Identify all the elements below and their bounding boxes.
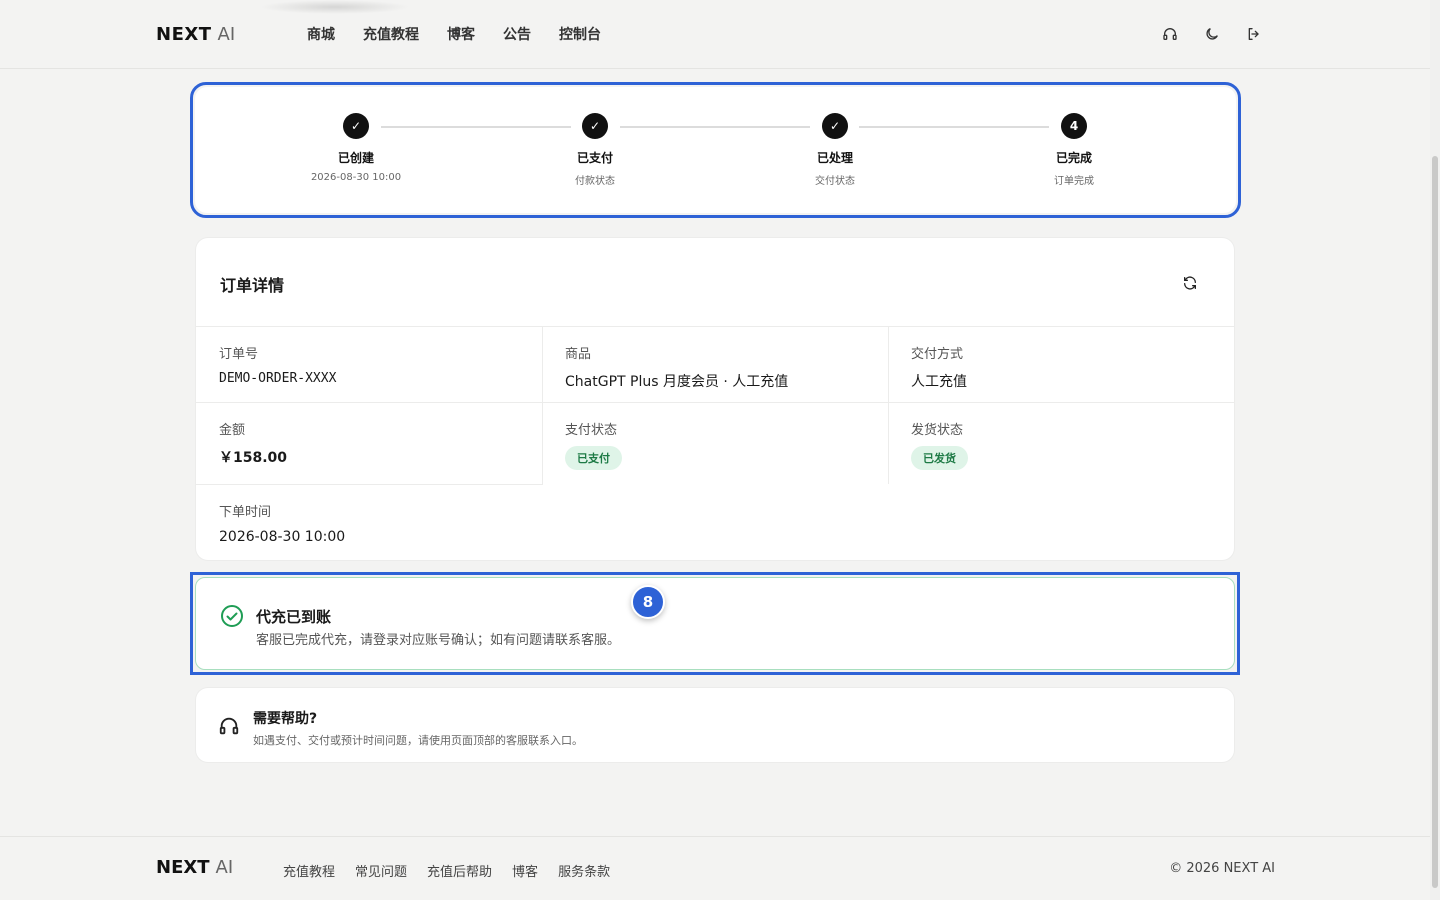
- divider: [196, 484, 543, 485]
- step-check-icon: ✓: [343, 113, 369, 139]
- logout-icon[interactable]: [1244, 24, 1264, 44]
- help-title: 需要帮助?: [253, 711, 318, 727]
- order-number-label: 订单号: [219, 347, 259, 362]
- step-subtitle: 2026-08-30 10:00: [310, 172, 402, 183]
- step-check-icon: ✓: [582, 113, 608, 139]
- step-subtitle: 订单完成: [1054, 176, 1094, 187]
- nav-blog[interactable]: 博客: [447, 24, 475, 44]
- shipping-status-cell: 发货状态 已发货: [911, 419, 968, 470]
- top-header: NEXT AI 商城 充值教程 博客 公告 控制台: [0, 0, 1440, 69]
- step-created: ✓ 已创建 2026-08-30 10:00: [296, 113, 416, 183]
- copyright: © 2026 NEXT AI: [1169, 861, 1275, 876]
- amount-value: ￥158.00: [219, 450, 288, 466]
- footer: NEXT AI 充值教程 常见问题 充值后帮助 博客 服务条款 © 2026 N…: [0, 836, 1430, 900]
- nav-shop[interactable]: 商城: [307, 24, 335, 44]
- step-subtitle: 付款状态: [575, 176, 615, 187]
- order-details-title: 订单详情: [220, 276, 285, 295]
- step-paid: ✓ 已支付 付款状态: [535, 113, 655, 187]
- step-completed: 4 已完成 订单完成: [1014, 113, 1134, 187]
- shipping-status-badge: 已发货: [911, 446, 968, 470]
- logo-ai: AI: [217, 23, 236, 45]
- annotation-number-badge: 8: [631, 585, 665, 619]
- step-title: 已创建: [337, 151, 374, 165]
- step-title: 已支付: [576, 151, 613, 165]
- divider: [888, 326, 889, 484]
- success-title: 代充已到账: [256, 608, 332, 626]
- payment-status-badge: 已支付: [565, 446, 622, 470]
- footer-link-terms[interactable]: 服务条款: [558, 861, 610, 880]
- footer-links: 充值教程 常见问题 充值后帮助 博客 服务条款: [283, 861, 610, 880]
- order-number-cell: 订单号 DEMO-ORDER-XXXX: [219, 343, 336, 386]
- product-label: 商品: [565, 347, 592, 362]
- step-title: 已处理: [816, 151, 853, 165]
- success-description: 客服已完成代充，请登录对应账号确认；如有问题请联系客服。: [256, 633, 621, 648]
- divider: [196, 326, 1234, 327]
- delivery-method-value: 人工充值: [911, 374, 967, 390]
- payment-status-label: 支付状态: [565, 423, 618, 438]
- footer-link-faq[interactable]: 常见问题: [355, 861, 407, 880]
- headset-icon[interactable]: [1160, 24, 1180, 44]
- delivery-method-label: 交付方式: [911, 347, 964, 362]
- step-check-icon: ✓: [822, 113, 848, 139]
- nav-console[interactable]: 控制台: [559, 24, 601, 44]
- step-subtitle: 交付状态: [815, 176, 855, 187]
- moon-icon[interactable]: [1202, 24, 1222, 44]
- step-processed: ✓ 已处理 交付状态: [775, 113, 895, 187]
- amount-cell: 金额 ￥158.00: [219, 419, 287, 467]
- divider: [196, 402, 1234, 403]
- step-title: 已完成: [1055, 151, 1092, 165]
- order-details-card: 订单详情 订单号 DEMO-ORDER-XXXX 商品 ChatGPT Plus…: [196, 238, 1234, 560]
- headset-icon: [218, 715, 240, 737]
- main-nav: 商城 充值教程 博客 公告 控制台: [307, 24, 601, 44]
- shipping-status-label: 发货状态: [911, 423, 964, 438]
- step-number: 4: [1061, 113, 1087, 139]
- recharge-success-banner: 代充已到账 客服已完成代充，请登录对应账号确认；如有问题请联系客服。: [195, 577, 1235, 670]
- check-circle-icon: [220, 604, 244, 628]
- order-time-value: 2026-08-30 10:00: [219, 529, 346, 545]
- nav-announcement[interactable]: 公告: [503, 24, 531, 44]
- footer-logo-ai: AI: [215, 857, 234, 878]
- order-time-cell: 下单时间 2026-08-30 10:00: [219, 501, 345, 545]
- scrollbar-track[interactable]: [1430, 0, 1440, 900]
- page-root: NEXT AI 商城 充值教程 博客 公告 控制台 ✓ 已创建 2026-08-…: [0, 0, 1440, 900]
- footer-link-tutorial[interactable]: 充值教程: [283, 861, 335, 880]
- footer-link-after-recharge-help[interactable]: 充值后帮助: [427, 861, 492, 880]
- help-card: 需要帮助? 如遇支付、交付或预计时间问题，请使用页面顶部的客服联系入口。: [196, 688, 1234, 762]
- divider: [542, 326, 543, 484]
- refresh-icon[interactable]: [1180, 273, 1200, 293]
- product-cell: 商品 ChatGPT Plus 月度会员 · 人工充值: [565, 343, 788, 391]
- footer-logo-brand: NEXT: [156, 857, 210, 878]
- order-progress-card: ✓ 已创建 2026-08-30 10:00 ✓ 已支付 付款状态 ✓ 已处理 …: [195, 87, 1236, 213]
- nav-tutorial[interactable]: 充值教程: [363, 24, 419, 44]
- scrollbar-thumb[interactable]: [1432, 156, 1438, 888]
- footer-link-blog[interactable]: 博客: [512, 861, 538, 880]
- header-actions: [1160, 24, 1264, 44]
- footer-logo[interactable]: NEXT AI: [156, 857, 233, 878]
- payment-status-cell: 支付状态 已支付: [565, 419, 622, 470]
- product-value: ChatGPT Plus 月度会员 · 人工充值: [565, 374, 789, 390]
- logo[interactable]: NEXT AI: [156, 22, 235, 46]
- logo-brand: NEXT: [156, 23, 212, 45]
- help-description: 如遇支付、交付或预计时间问题，请使用页面顶部的客服联系入口。: [253, 734, 583, 747]
- order-number-value: DEMO-ORDER-XXXX: [219, 371, 337, 386]
- header-shadow: [260, 0, 410, 14]
- delivery-method-cell: 交付方式 人工充值: [911, 343, 967, 391]
- order-time-label: 下单时间: [219, 505, 272, 520]
- amount-label: 金额: [219, 423, 246, 438]
